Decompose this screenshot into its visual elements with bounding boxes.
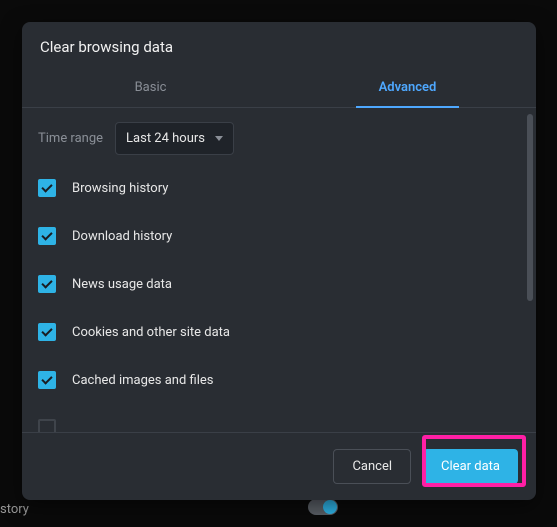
- dialog-title: Clear browsing data: [22, 22, 536, 70]
- scrollbar-thumb[interactable]: [527, 114, 533, 301]
- clear-browsing-data-dialog: Clear browsing data Basic Advanced Time …: [22, 22, 536, 500]
- list-item-cutoff: [38, 419, 511, 432]
- scrollbar[interactable]: [527, 114, 533, 426]
- checkbox-news-usage[interactable]: [38, 275, 56, 293]
- check-icon: [41, 373, 52, 384]
- list-item: Cached images and files: [38, 371, 511, 389]
- item-label: Cached images and files: [72, 373, 213, 388]
- list-item: Browsing history: [38, 179, 511, 197]
- check-icon: [41, 325, 52, 336]
- checkbox-download-history[interactable]: [38, 227, 56, 245]
- list-item: News usage data: [38, 275, 511, 293]
- check-icon: [41, 229, 52, 240]
- checkbox-passwords[interactable]: [38, 419, 56, 432]
- tab-basic[interactable]: Basic: [22, 70, 279, 107]
- checkbox-browsing-history[interactable]: [38, 179, 56, 197]
- check-icon: [41, 277, 52, 288]
- item-label: Browsing history: [72, 181, 168, 196]
- time-range-dropdown[interactable]: Last 24 hours: [115, 122, 234, 155]
- check-icon: [41, 181, 52, 192]
- chevron-down-icon: [215, 136, 223, 141]
- clear-data-button[interactable]: Clear data: [423, 449, 518, 484]
- time-range-label: Time range: [38, 131, 103, 146]
- tab-advanced[interactable]: Advanced: [279, 70, 536, 107]
- cancel-button[interactable]: Cancel: [333, 449, 411, 484]
- item-label: Cookies and other site data: [72, 325, 230, 340]
- time-range-row: Time range Last 24 hours: [38, 122, 511, 155]
- time-range-value: Last 24 hours: [126, 131, 205, 146]
- background-toggle[interactable]: [308, 499, 338, 515]
- dialog-footer: Cancel Clear data: [22, 432, 536, 500]
- list-item: Download history: [38, 227, 511, 245]
- item-label: News usage data: [72, 277, 172, 292]
- tab-bar: Basic Advanced: [22, 70, 536, 108]
- scroll-content: Time range Last 24 hours Browsing histor…: [22, 108, 527, 432]
- item-label: Download history: [72, 229, 172, 244]
- background-text-fragment: story: [0, 502, 29, 517]
- dialog-body: Time range Last 24 hours Browsing histor…: [22, 108, 536, 432]
- checkbox-cached-images[interactable]: [38, 371, 56, 389]
- checkbox-cookies[interactable]: [38, 323, 56, 341]
- list-item: Cookies and other site data: [38, 323, 511, 341]
